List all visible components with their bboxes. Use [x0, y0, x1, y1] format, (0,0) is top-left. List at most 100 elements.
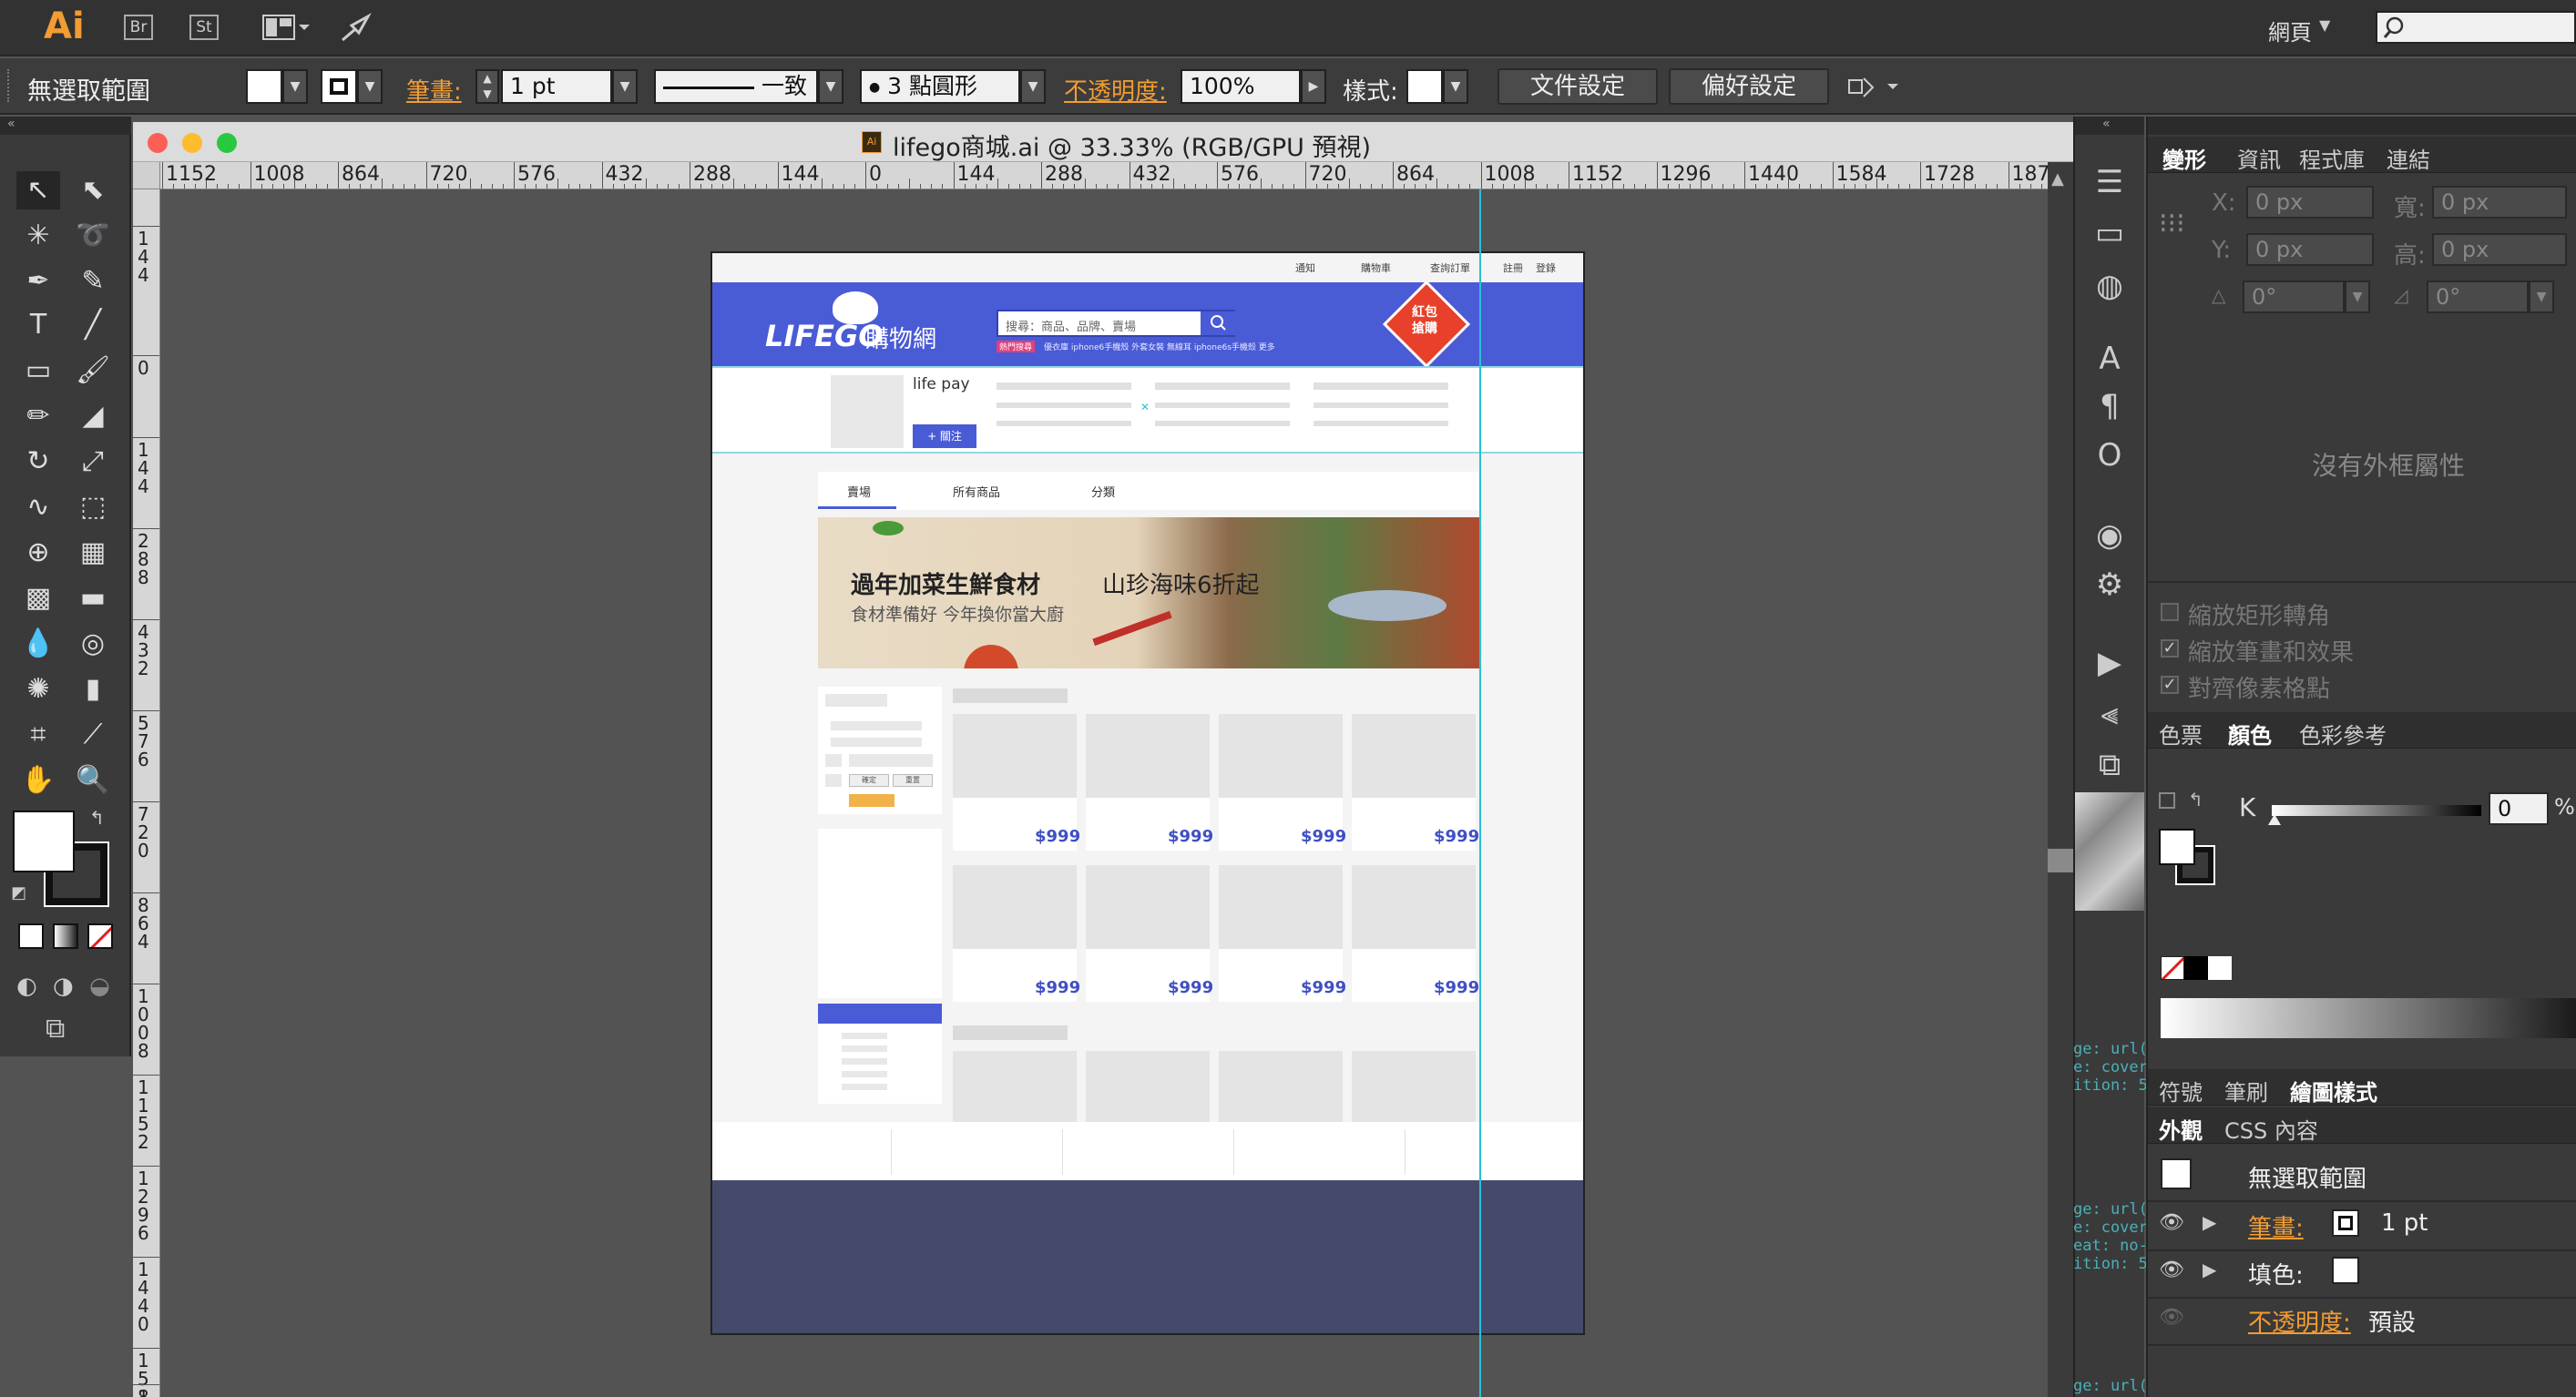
preferences-button[interactable]: 偏好設定	[1669, 68, 1829, 105]
fill-expand-icon[interactable]: ▶	[2203, 1259, 2216, 1280]
stroke-weight-field[interactable]: 1 pt	[501, 69, 612, 104]
panel-collapse-icon[interactable]: «	[0, 117, 131, 135]
fill-swatch[interactable]	[246, 69, 282, 104]
gradient-mode-icon[interactable]	[53, 923, 78, 949]
angle-dropdown[interactable]: ▼	[2345, 280, 2370, 313]
rotate-tool-icon[interactable]: ↻	[16, 443, 60, 481]
screen-mode-icon[interactable]: ⧉	[46, 1013, 65, 1045]
topnav-register[interactable]: 註冊	[1503, 260, 1523, 275]
swap-color-icon[interactable]: ↰	[2188, 789, 2203, 811]
product-card[interactable]: $999	[1352, 865, 1479, 1002]
stroke-label[interactable]: 筆畫:	[406, 73, 462, 107]
ruler-origin[interactable]	[133, 162, 160, 189]
tab-libraries[interactable]: 程式庫	[2299, 142, 2365, 174]
eraser-tool-icon[interactable]: ◢	[71, 397, 115, 435]
k-slider[interactable]	[2268, 805, 2481, 825]
filter-reset-button[interactable]: 重置	[893, 774, 933, 787]
height-field[interactable]: 0 px	[2432, 233, 2567, 266]
product-card[interactable]: $999	[1086, 865, 1213, 1002]
mockup-search-input[interactable]: 搜尋：商品、品牌、賣場	[997, 310, 1235, 337]
tab-swatches[interactable]: 色票	[2159, 718, 2203, 749]
stroke-panel-icon[interactable]: ▭	[2090, 213, 2130, 253]
transparency-panel-icon[interactable]: ◍	[2090, 266, 2130, 306]
perspective-grid-tool-icon[interactable]: ▦	[71, 534, 115, 572]
profile-dropdown[interactable]: ▼	[818, 69, 843, 104]
product-card[interactable]: $999	[953, 865, 1080, 1002]
hot-search-tags[interactable]: 優衣庫 iphone6手機殼 外套女裝 無線耳 iphone6s手機殼 更多	[1044, 341, 1275, 352]
style-swatch[interactable]	[1406, 69, 1443, 104]
tab-symbols[interactable]: 符號	[2159, 1075, 2203, 1106]
scale-corners-checkbox[interactable]	[2161, 603, 2179, 621]
selection-tool-icon[interactable]: ↖	[16, 171, 60, 209]
gradient-tool-icon[interactable]: ▬	[71, 579, 115, 617]
appearance-stroke-label[interactable]: 筆畫:	[2248, 1209, 2304, 1243]
appearance-opacity-label[interactable]: 不透明度:	[2248, 1304, 2351, 1338]
none-color-swatch[interactable]	[2161, 956, 2184, 980]
paintbrush-tool-icon[interactable]: 🖌	[71, 352, 115, 390]
tab-info[interactable]: 資訊	[2237, 142, 2281, 174]
image-trace-icon[interactable]: ◉	[2090, 515, 2130, 556]
pencil-tool-icon[interactable]: ✏	[16, 397, 60, 435]
slice-tool-icon[interactable]: ⟋	[71, 716, 115, 754]
stroke-dropdown[interactable]: ▼	[357, 69, 383, 104]
character-panel-icon[interactable]: A	[2090, 339, 2130, 379]
horizontal-ruler[interactable]: 1152 1008 864 720 576 432 288 144 0 144 288 432 576 7…	[133, 162, 2073, 189]
product-card[interactable]	[953, 1051, 1077, 1124]
paragraph-panel-icon[interactable]: ¶	[2090, 386, 2130, 426]
blend-tool-icon[interactable]: ◎	[71, 625, 115, 663]
mockup-search-icon[interactable]	[1201, 311, 1235, 335]
brush-definition[interactable]: ● 3 點圓形	[860, 69, 1020, 104]
filter-apply-button[interactable]	[849, 794, 894, 807]
vertical-ruler[interactable]: 1 4 4 0 1 4 4 2 8 8 4 3 2 5 7 6 7 2 0 8 6 4 1 0 …	[133, 189, 160, 1397]
fill-visibility-eye-icon[interactable]: 👁	[2159, 1259, 2184, 1281]
topnav-cart[interactable]: 購物車	[1361, 260, 1391, 275]
product-card[interactable]	[1219, 1051, 1343, 1124]
zoom-tool-icon[interactable]: 🔍	[71, 761, 115, 800]
hand-tool-icon[interactable]: ✋	[16, 761, 60, 800]
product-card[interactable]: $999	[1219, 865, 1346, 1002]
shape-builder-tool-icon[interactable]: ⊕	[16, 534, 60, 572]
product-card[interactable]: $999	[953, 714, 1080, 851]
asset-export-icon[interactable]: ⚙	[2090, 565, 2130, 605]
search-input[interactable]	[2376, 11, 2576, 44]
follow-button[interactable]: + 關注	[913, 424, 976, 448]
bridge-button[interactable]: Br	[124, 15, 153, 40]
eyedropper-tool-icon[interactable]: 💧	[16, 625, 60, 663]
warp-tool-icon[interactable]: ∿	[16, 488, 60, 526]
mesh-tool-icon[interactable]: ▩	[16, 579, 60, 617]
rectangle-tool-icon[interactable]: ▭	[16, 352, 60, 390]
k-value-field[interactable]: 0	[2489, 792, 2549, 825]
tab-transform[interactable]: 變形	[2162, 142, 2206, 174]
align-panel-icon[interactable]: ⫷	[2090, 694, 2130, 734]
gpu-performance-icon[interactable]	[339, 13, 372, 44]
tab-store[interactable]: 賣場	[847, 483, 871, 500]
product-card[interactable]: $999	[1352, 714, 1479, 851]
appearance-fill-swatch[interactable]	[2332, 1257, 2359, 1284]
arrange-documents-icon[interactable]	[262, 15, 310, 40]
minimize-window-button[interactable]	[182, 133, 202, 153]
draw-normal-icon[interactable]: ◐	[16, 973, 37, 1000]
document-setup-button[interactable]: 文件設定	[1498, 68, 1658, 105]
stroke-expand-icon[interactable]: ▶	[2203, 1211, 2216, 1233]
opacity-arrow[interactable]: ▶	[1301, 69, 1326, 104]
tab-graphic-styles[interactable]: 繪圖樣式	[2290, 1075, 2377, 1106]
fill-dropdown[interactable]: ▼	[282, 69, 308, 104]
opacity-visibility-eye-icon[interactable]: 👁	[2159, 1306, 2184, 1329]
scroll-thumb[interactable]	[2048, 849, 2073, 872]
stroke-visibility-eye-icon[interactable]: 👁	[2159, 1211, 2184, 1234]
zoom-window-button[interactable]	[217, 133, 237, 153]
draw-inside-icon[interactable]: ◒	[89, 973, 110, 1000]
y-field[interactable]: 0 px	[2246, 233, 2374, 266]
workspace-switcher[interactable]: 網頁	[2268, 15, 2312, 46]
appearance-stroke-swatch[interactable]	[2332, 1209, 2359, 1237]
shear-field[interactable]: 0°	[2427, 280, 2529, 313]
topnav-orders[interactable]: 查詢訂單	[1430, 260, 1470, 275]
reference-point-icon[interactable]: ⁝⁝⁝	[2159, 208, 2185, 240]
panel-menu-icon[interactable]: ☰	[2090, 162, 2130, 202]
scroll-up-icon[interactable]: ▲	[2051, 169, 2064, 189]
width-field[interactable]: 0 px	[2432, 186, 2567, 219]
angle-field[interactable]: 0°	[2243, 280, 2345, 313]
tab-color[interactable]: 顏色	[2228, 718, 2272, 749]
k-slider-thumb[interactable]	[2268, 814, 2281, 825]
scale-tool-icon[interactable]: ⤢	[71, 443, 115, 481]
